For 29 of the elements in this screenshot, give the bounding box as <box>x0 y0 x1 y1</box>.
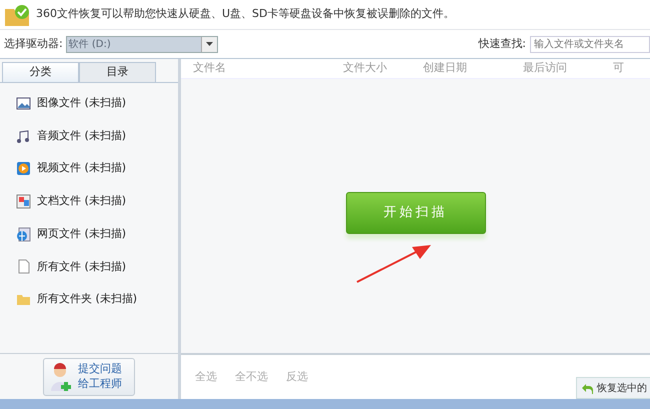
drive-label: 选择驱动器: <box>4 36 63 52</box>
folder-icon <box>4 2 30 26</box>
tab[interactable]: 分类 <box>2 62 79 82</box>
search-label: 快速查找: <box>478 36 526 52</box>
help-button[interactable]: 提交问题 给工程师 <box>43 358 135 396</box>
arrow-icon <box>356 244 432 284</box>
column-header: 最后访问 <box>523 60 568 76</box>
doctor-icon <box>50 362 72 390</box>
column-header: 文件大小 <box>343 60 388 76</box>
category-item[interactable]: 网页文件 (未扫描) <box>37 226 126 242</box>
play-icon <box>16 161 31 176</box>
image-icon <box>16 96 31 111</box>
category-item[interactable]: 文档文件 (未扫描) <box>37 193 126 210</box>
column-header: 文件名 <box>193 60 227 76</box>
category-item[interactable]: 所有文件夹 (未扫描) <box>37 291 138 308</box>
undo-arrow-icon <box>581 382 593 394</box>
restore-button[interactable]: 恢复选中的 <box>576 377 650 399</box>
column-header: 创建日期 <box>423 60 468 76</box>
file-icon <box>16 259 31 274</box>
music-note-icon <box>16 128 31 144</box>
category-item[interactable]: 音频文件 (未扫描) <box>37 128 126 144</box>
document-icon <box>16 194 31 209</box>
category-item[interactable]: 视频文件 (未扫描) <box>37 160 126 177</box>
header-text: 360文件恢复可以帮助您快速从硬盘、U盘、SD卡等硬盘设备中恢复被误删除的文件。 <box>36 6 454 22</box>
search-field[interactable]: 输入文件或文件夹名 <box>530 36 650 52</box>
tab[interactable]: 目录 <box>79 62 156 82</box>
column-header: 可 <box>613 60 625 76</box>
category-item[interactable]: 图像文件 (未扫描) <box>37 95 126 112</box>
category-item[interactable]: 所有文件 (未扫描) <box>37 258 126 276</box>
